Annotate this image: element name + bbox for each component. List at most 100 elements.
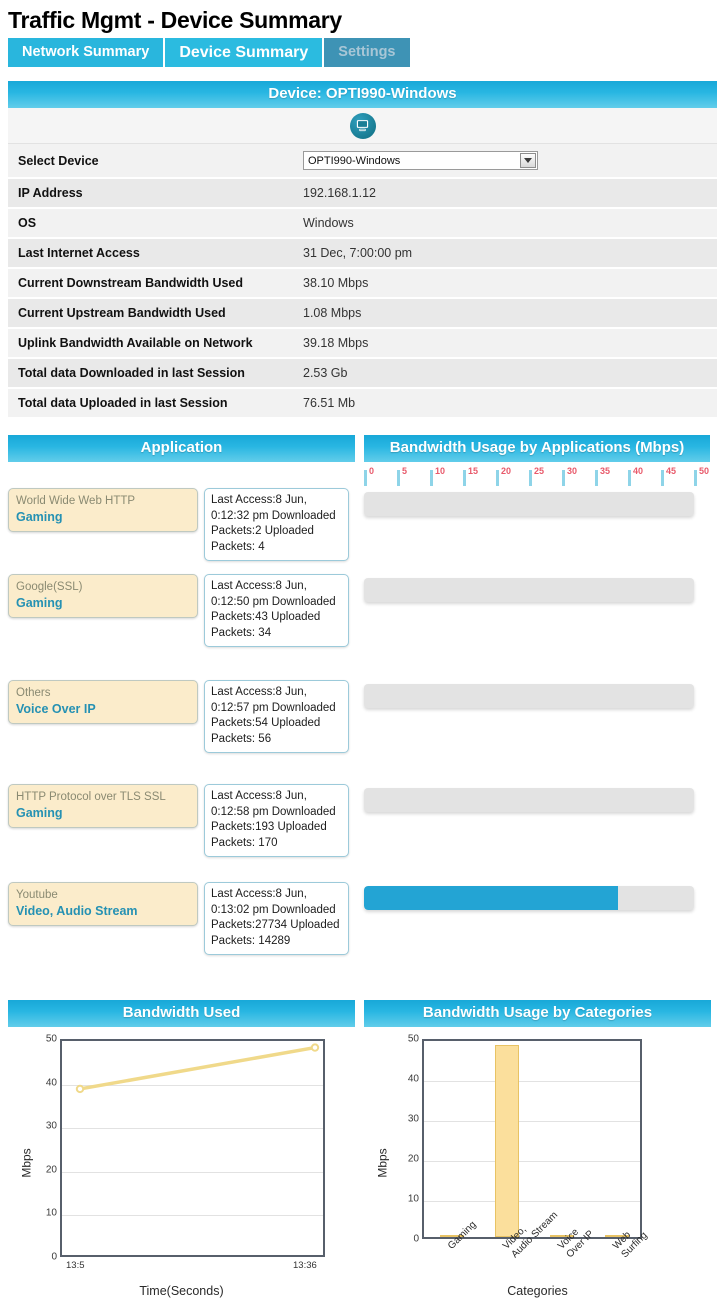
ruler-tick-label: 10 bbox=[435, 466, 446, 476]
application-category: Voice Over IP bbox=[16, 702, 96, 716]
application-detail-box: Last Access:8 Jun, 0:13:02 pm Downloaded… bbox=[204, 882, 349, 955]
ruler-tick bbox=[463, 470, 466, 486]
line-chart-ytick-label: 40 bbox=[45, 1077, 57, 1089]
application-name-box[interactable]: HTTP Protocol over TLS SSL Gaming bbox=[8, 784, 198, 828]
bar-chart-gridline bbox=[424, 1081, 640, 1082]
bar-chart-ytick-label: 40 bbox=[407, 1073, 419, 1085]
application-row: World Wide Web HTTP Gaming Last Access:8 J… bbox=[8, 488, 355, 568]
line-chart-plot-area bbox=[60, 1039, 325, 1257]
bar-chart-gridline bbox=[424, 1161, 640, 1162]
ruler-tick-label: 5 bbox=[402, 466, 408, 476]
bar-chart-gridline bbox=[424, 1201, 640, 1202]
tab-network-summary[interactable]: Network Summary bbox=[8, 38, 164, 67]
ruler-tick-label: 45 bbox=[666, 466, 677, 476]
bar-chart-ytick-label: 20 bbox=[407, 1153, 419, 1165]
application-detail-box: Last Access:8 Jun, 0:12:32 pm Downloaded… bbox=[204, 488, 349, 561]
application-name-box[interactable]: Youtube Video, Audio Stream bbox=[8, 882, 198, 926]
table-row: Total data Uploaded in last Session 76.5… bbox=[8, 388, 717, 419]
device-panel: Device: OPTI990-Windows Select Device OP… bbox=[8, 81, 717, 419]
row-value: 31 Dec, 7:00:00 pm bbox=[293, 238, 717, 269]
row-label: IP Address bbox=[8, 178, 293, 209]
line-chart-ytick-label: 50 bbox=[45, 1033, 57, 1045]
application-name: HTTP Protocol over TLS SSL bbox=[16, 791, 166, 803]
device-panel-heading: Device: OPTI990-Windows bbox=[8, 81, 717, 108]
application-detail-box: Last Access:8 Jun, 0:12:50 pm Downloaded… bbox=[204, 574, 349, 647]
ruler-tick bbox=[562, 470, 565, 486]
line-chart-series bbox=[75, 1043, 320, 1094]
row-label: Uplink Bandwidth Available on Network bbox=[8, 328, 293, 359]
bandwidth-by-categories-chart: Mbps Categories 0 10 20 30 40 50 Gaming Video, A… bbox=[364, 1027, 711, 1299]
row-label: Current Upstream Bandwidth Used bbox=[8, 298, 293, 329]
application-category: Video, Audio Stream bbox=[16, 904, 138, 918]
row-label: Total data Downloaded in last Session bbox=[8, 358, 293, 389]
ruler-tick-label: 40 bbox=[633, 466, 644, 476]
select-device-dropdown[interactable]: OPTI990-Windows bbox=[303, 151, 538, 170]
bandwidth-bar-list bbox=[364, 492, 710, 986]
bandwidth-used-chart: Mbps Time(Seconds) 0 10 20 30 40 50 13:5 13:36 bbox=[8, 1027, 355, 1299]
bandwidth-bar-row bbox=[364, 578, 710, 678]
bandwidth-used-chart-card: Bandwidth Used Mbps Time(Seconds) 0 10 20 3… bbox=[8, 1000, 355, 1299]
bandwidth-bar-row bbox=[364, 684, 710, 782]
tab-device-summary[interactable]: Device Summary bbox=[165, 38, 323, 67]
application-name-box[interactable]: Google(SSL) Gaming bbox=[8, 574, 198, 618]
application-name-box[interactable]: Others Voice Over IP bbox=[8, 680, 198, 724]
line-chart-ytick-label: 10 bbox=[45, 1207, 57, 1219]
ruler-tick-label: 20 bbox=[501, 466, 512, 476]
row-value: 38.10 Mbps bbox=[293, 268, 717, 299]
application-row: Youtube Video, Audio Stream Last Access:8 … bbox=[8, 882, 355, 982]
line-chart-xtick-label: 13:5 bbox=[66, 1260, 85, 1271]
bar-chart-bar bbox=[494, 1045, 519, 1237]
table-row: Current Downstream Bandwidth Used 38.10 … bbox=[8, 268, 717, 299]
bandwidth-ruler: 0 5 10 15 20 25 30 35 40 45 50 bbox=[364, 466, 710, 488]
ruler-tick-label: 30 bbox=[567, 466, 578, 476]
bandwidth-bar-track bbox=[364, 886, 694, 910]
application-detail-box: Last Access:8 Jun, 0:12:58 pm Downloaded… bbox=[204, 784, 349, 857]
categories-chart-card: Bandwidth Usage by Categories Mbps Categ… bbox=[364, 1000, 711, 1299]
line-chart-ytick-label: 20 bbox=[45, 1164, 57, 1176]
bandwidth-bar-track bbox=[364, 578, 694, 602]
application-name: Others bbox=[16, 687, 51, 699]
application-panel-heading: Application bbox=[8, 435, 355, 462]
row-label: OS bbox=[8, 208, 293, 239]
bandwidth-bar-fill bbox=[364, 886, 619, 910]
application-name: Google(SSL) bbox=[16, 581, 83, 593]
application-name: World Wide Web HTTP bbox=[16, 495, 136, 507]
table-row: Select Device OPTI990-Windows bbox=[8, 144, 717, 179]
bandwidth-bar-track bbox=[364, 684, 694, 708]
table-row: Total data Downloaded in last Session 2.… bbox=[8, 358, 717, 389]
tab-settings[interactable]: Settings bbox=[324, 38, 410, 67]
ruler-tick bbox=[364, 470, 367, 486]
bandwidth-column: Bandwidth Usage by Applications (Mbps) 0… bbox=[364, 435, 710, 992]
application-category: Gaming bbox=[16, 510, 63, 524]
ruler-tick bbox=[397, 470, 400, 486]
application-row: Google(SSL) Gaming Last Access:8 Jun, 0:12… bbox=[8, 574, 355, 674]
application-row: Others Voice Over IP Last Access:8 Jun, 0:… bbox=[8, 680, 355, 778]
bandwidth-bar-row bbox=[364, 788, 710, 880]
charts-section: Bandwidth Used Mbps Time(Seconds) 0 10 20 3… bbox=[8, 1000, 717, 1299]
bandwidth-bar-row bbox=[364, 492, 710, 572]
ruler-tick bbox=[430, 470, 433, 486]
row-value: 192.168.1.12 bbox=[293, 178, 717, 209]
ruler-tick-label: 35 bbox=[600, 466, 611, 476]
ruler-tick-label: 50 bbox=[699, 466, 710, 476]
ruler-tick bbox=[661, 470, 664, 486]
application-category: Gaming bbox=[16, 596, 63, 610]
main-tabbar: Network Summary Device Summary Settings bbox=[0, 38, 725, 67]
bar-chart-ytick-label: 30 bbox=[407, 1113, 419, 1125]
bandwidth-bar-track bbox=[364, 492, 694, 516]
bandwidth-bar-track bbox=[364, 788, 694, 812]
application-name-box[interactable]: World Wide Web HTTP Gaming bbox=[8, 488, 198, 532]
line-chart-xlabel: Time(Seconds) bbox=[139, 1284, 224, 1298]
bandwidth-panel-heading: Bandwidth Usage by Applications (Mbps) bbox=[364, 435, 710, 462]
table-row: Current Upstream Bandwidth Used 1.08 Mbp… bbox=[8, 298, 717, 329]
device-info-table: Select Device OPTI990-Windows IP Address… bbox=[8, 144, 717, 419]
row-value: Windows bbox=[293, 208, 717, 239]
table-row: Uplink Bandwidth Available on Network 39… bbox=[8, 328, 717, 359]
line-chart-ytick-label: 0 bbox=[51, 1251, 57, 1263]
ruler-tick bbox=[496, 470, 499, 486]
row-label: Current Downstream Bandwidth Used bbox=[8, 268, 293, 299]
application-name: Youtube bbox=[16, 889, 58, 901]
row-label: Select Device bbox=[8, 144, 293, 179]
select-device-value: OPTI990-Windows bbox=[308, 154, 401, 167]
chevron-down-icon[interactable] bbox=[520, 153, 536, 168]
